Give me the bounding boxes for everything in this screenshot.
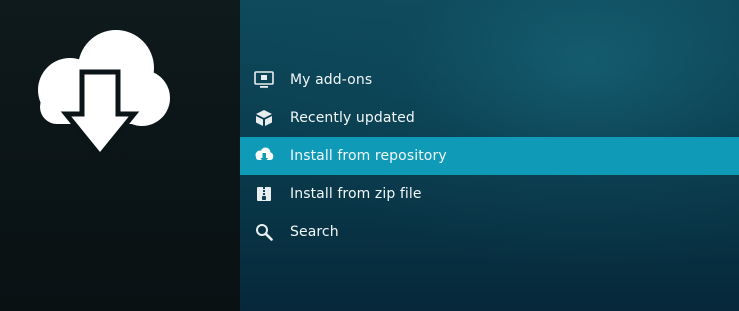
cloud-download-icon [38, 30, 170, 160]
menu-item-label: Install from repository [290, 148, 447, 164]
menu-item-recently-updated[interactable]: Recently updated [240, 99, 739, 137]
left-panel [0, 0, 240, 311]
menu-item-label: Install from zip file [290, 186, 422, 202]
menu-item-label: My add-ons [290, 72, 373, 88]
menu-item-search[interactable]: Search [240, 213, 739, 251]
menu-item-install-from-zip-file[interactable]: Install from zip file [240, 175, 739, 213]
addons-menu: My add-ons Recently updated Install from… [240, 61, 739, 251]
search-icon [254, 222, 274, 242]
menu-item-install-from-repository[interactable]: Install from repository [240, 137, 739, 175]
menu-item-label: Recently updated [290, 110, 415, 126]
addons-screen: My add-ons Recently updated Install from… [0, 0, 739, 311]
cloud-download-icon [254, 146, 274, 166]
monitor-icon [254, 70, 274, 90]
menu-item-my-addons[interactable]: My add-ons [240, 61, 739, 99]
zip-file-icon [254, 184, 274, 204]
menu-item-label: Search [290, 224, 339, 240]
box-icon [254, 108, 274, 128]
